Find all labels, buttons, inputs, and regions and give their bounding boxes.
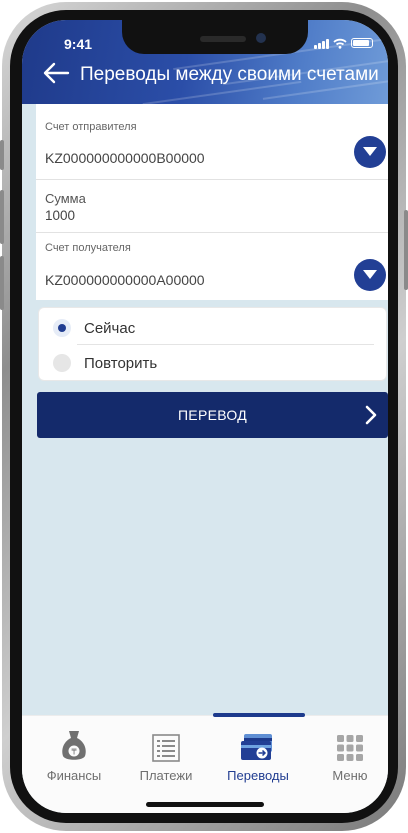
tab-payments-label: Платежи <box>139 768 193 783</box>
amount-label: Сумма <box>45 191 86 206</box>
back-arrow-icon[interactable] <box>42 60 70 86</box>
recipient-account-dropdown-button[interactable] <box>354 259 386 291</box>
notch <box>122 20 308 54</box>
tab-transfers[interactable]: Переводы <box>218 726 298 783</box>
radio-label-repeat: Повторить <box>84 354 158 372</box>
phone-power-button <box>404 210 408 290</box>
tab-menu[interactable]: Меню <box>310 726 388 783</box>
active-tab-indicator <box>213 713 305 717</box>
wifi-icon <box>333 38 347 49</box>
app-header: 9:41 Переводы между своими счетами <box>22 20 388 104</box>
app-screen: 9:41 Переводы между своими счетами Счет … <box>22 20 388 813</box>
home-indicator <box>146 802 264 807</box>
amount-field[interactable]: Сумма 1000 <box>36 180 388 232</box>
radio-label-now: Сейчас <box>84 319 136 337</box>
radio-selected-icon <box>53 319 71 337</box>
signal-icon <box>314 38 329 49</box>
grid-icon <box>337 735 363 761</box>
radio-option-repeat[interactable]: Повторить <box>53 350 157 376</box>
schedule-options: Сейчас Повторить <box>38 307 387 381</box>
tab-finances-label: Финансы <box>46 768 102 783</box>
card-transfer-icon <box>241 734 272 760</box>
page-title: Переводы между своими счетами <box>80 64 379 85</box>
chevron-down-icon <box>363 147 377 156</box>
transfer-button[interactable]: ПЕРЕВОД <box>37 392 388 438</box>
sender-account-value: KZ000000000000B00000 <box>45 150 205 166</box>
radio-option-now[interactable]: Сейчас <box>53 315 135 341</box>
sender-account-label: Счет отправителя <box>45 121 137 133</box>
sender-account-dropdown-button[interactable] <box>354 136 386 168</box>
recipient-account-value: KZ000000000000A00000 <box>45 272 205 288</box>
chevron-down-icon <box>363 270 377 279</box>
radio-unselected-icon <box>53 354 71 372</box>
chevron-right-icon <box>365 405 377 425</box>
bottom-tab-bar: ₸ Финансы Платежи Переводы Меню <box>22 713 388 813</box>
divider <box>77 344 374 345</box>
phone-volume-up <box>0 190 4 244</box>
tab-payments[interactable]: Платежи <box>126 726 206 783</box>
list-icon <box>152 734 180 762</box>
tab-menu-label: Меню <box>332 768 368 783</box>
recipient-account-field[interactable]: Счет получателя KZ000000000000A00000 <box>36 233 388 300</box>
phone-volume-down <box>0 256 4 310</box>
phone-mute-switch <box>0 140 4 170</box>
status-time: 9:41 <box>64 36 93 52</box>
battery-icon <box>351 38 373 48</box>
transfer-form: Счет отправителя KZ000000000000B00000 Су… <box>36 104 388 300</box>
status-icons <box>314 36 373 50</box>
tab-finances[interactable]: ₸ Финансы <box>34 726 114 783</box>
recipient-account-label: Счет получателя <box>45 242 131 254</box>
amount-value: 1000 <box>45 208 76 223</box>
tab-transfers-label: Переводы <box>227 768 289 783</box>
transfer-button-label: ПЕРЕВОД <box>177 407 248 423</box>
money-bag-icon: ₸ <box>62 731 86 760</box>
sender-account-field[interactable]: Счет отправителя KZ000000000000B00000 <box>36 104 388 178</box>
